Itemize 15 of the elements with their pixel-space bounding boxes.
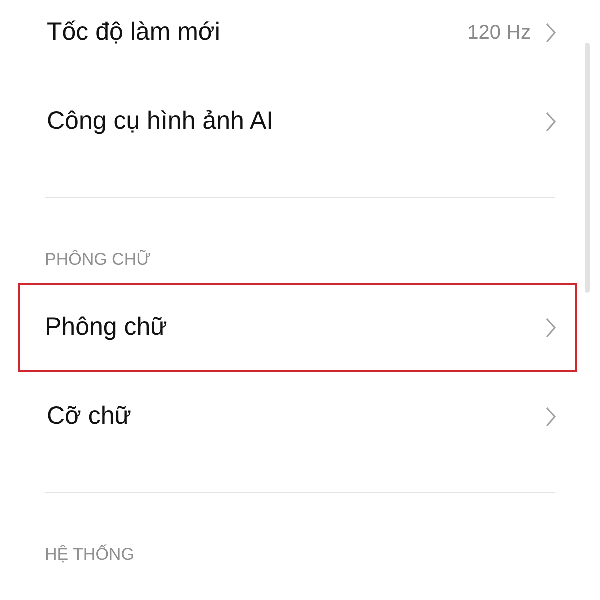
chevron-icon (545, 318, 557, 338)
row-label: Cỡ chữ (47, 400, 132, 432)
settings-row[interactable]: Cỡ chữ (0, 372, 600, 461)
section-header: PHÔNG CHỮ (44, 249, 152, 271)
row-label: Tốc độ làm mới (47, 16, 220, 48)
chevron-icon (545, 406, 557, 426)
settings-row[interactable]: Tốc độ làm mới 120 Hz (0, 0, 600, 77)
chevron-icon (545, 112, 557, 132)
row-label: Phông chữ (45, 312, 168, 343)
settings-row[interactable]: Công cụ hình ảnh AI (0, 77, 600, 166)
section-header: HỆ THỐNG (44, 544, 136, 566)
highlighted-settings-row[interactable]: Phông chữ (18, 283, 577, 372)
row-value: 120 Hz (468, 20, 531, 46)
row-label: Công cụ hình ảnh AI (47, 106, 274, 137)
chevron-icon (545, 22, 557, 42)
